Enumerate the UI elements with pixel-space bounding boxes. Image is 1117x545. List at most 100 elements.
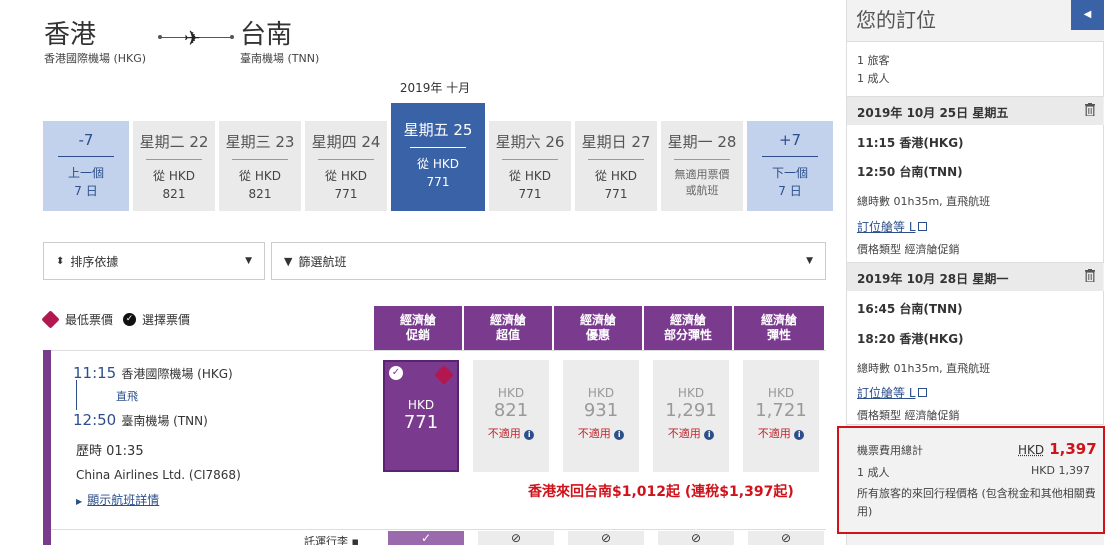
trash-icon[interactable]: [1085, 269, 1095, 282]
leg-2-header: 2019年 10月 28日 星期一: [847, 263, 1103, 291]
leg-2-arrival: 18:20 香港(HKG): [857, 330, 964, 347]
leg-1-header: 2019年 10月 25日 星期五: [847, 97, 1103, 125]
fare-col-semi-flex: 經濟艙 部分彈性: [644, 306, 732, 350]
date-title: 星期三 23: [219, 131, 301, 152]
total-label: 機票費用總計: [857, 442, 923, 458]
fare-currency: HKD: [563, 386, 639, 400]
date-line1: 從 HKD: [133, 167, 215, 185]
fare-col-saver: 經濟艙 優惠: [554, 306, 642, 350]
info-icon[interactable]: i: [614, 430, 624, 440]
date-cell-25-selected[interactable]: 星期五 25 從 HKD 771: [391, 103, 485, 211]
departure-info: 11:15 香港國際機場 (HKG): [73, 363, 233, 382]
filter-icon: ▼: [284, 255, 292, 268]
date-strip: -7 上一個 7 日 星期二 22 從 HKD 821 星期三 23 從 HKD…: [43, 121, 833, 211]
direct-flight-link[interactable]: 直飛: [116, 388, 138, 404]
fare-amount: 931: [563, 400, 639, 422]
fare-cell-promo-selected[interactable]: ✓ HKD 771: [383, 360, 459, 472]
date-cell-28-unavailable: 星期一 28 無適用票價 或航班: [661, 121, 743, 211]
filter-dropdown[interactable]: ▼ 篩選航班 ▼: [271, 242, 826, 280]
trash-icon[interactable]: [1085, 103, 1095, 116]
passenger-summary: 1 旅客 1 成人: [846, 41, 1104, 97]
baggage-saver-none-icon: ⊘: [568, 531, 644, 545]
month-label: 2019年 十月: [388, 79, 482, 96]
baggage-value-none-icon: ⊘: [478, 531, 554, 545]
total-currency: HKD: [1018, 443, 1044, 457]
baggage-promo-check-icon: ✓: [388, 531, 464, 545]
flight-duration: 歷時 01:35: [76, 440, 144, 459]
date-title: 星期六 26: [489, 131, 571, 152]
sort-label: 排序依據: [70, 253, 118, 270]
price-tag-icon: [434, 365, 454, 385]
leg-1-arrival: 12:50 台南(TNN): [857, 163, 963, 180]
check-circle-icon: ✓: [389, 366, 403, 380]
leg-1-class-link[interactable]: 訂位艙等 L: [857, 216, 927, 235]
date-title: +7: [747, 131, 833, 149]
adult-amount: HKD 1,397: [1031, 464, 1090, 477]
date-line1: 從 HKD: [219, 167, 301, 185]
info-icon[interactable]: i: [524, 430, 534, 440]
date-cell-26[interactable]: 星期六 26 從 HKD 771: [489, 121, 571, 211]
flight-details-link[interactable]: 顯示航班詳情: [87, 493, 159, 507]
adult-label: 1 成人: [857, 464, 890, 480]
date-line2: 771: [489, 185, 571, 203]
legend-selected: 選擇票價: [142, 311, 190, 328]
prev-week-button[interactable]: -7 上一個 7 日: [43, 121, 129, 211]
destination-airport: 臺南機場 (TNN): [240, 50, 319, 66]
arrival-airport: 臺南機場 (TNN): [121, 414, 207, 428]
route-vertical-line: [76, 380, 77, 410]
fare-currency: HKD: [653, 386, 729, 400]
date-title: 星期五 25: [391, 119, 485, 140]
fare-status: 不適用 i: [563, 425, 639, 441]
fare-status: 不適用 i: [743, 425, 819, 441]
total-price: HKD 1,397: [1018, 439, 1097, 458]
date-cell-22[interactable]: 星期二 22 從 HKD 821: [133, 121, 215, 211]
collapse-sidebar-button[interactable]: ◀: [1071, 0, 1104, 30]
date-line2: 821: [219, 185, 301, 203]
fare-col-flex: 經濟艙 彈性: [734, 306, 824, 350]
leg-2-class-link[interactable]: 訂位艙等 L: [857, 382, 927, 401]
chevron-down-icon: ▼: [245, 256, 252, 266]
date-title: 星期一 28: [661, 131, 743, 152]
leg-1-departure: 11:15 香港(HKG): [857, 134, 964, 151]
date-line1: 無適用票價: [661, 167, 743, 183]
flight-row-accent: [43, 350, 51, 545]
date-line1: 從 HKD: [391, 155, 485, 173]
fare-cell-saver[interactable]: HKD 931 不適用 i: [563, 360, 639, 472]
next-week-button[interactable]: +7 下一個 7 日: [747, 121, 833, 211]
date-cell-23[interactable]: 星期三 23 從 HKD 821: [219, 121, 301, 211]
date-cell-27[interactable]: 星期日 27 從 HKD 771: [575, 121, 657, 211]
fare-currency: HKD: [743, 386, 819, 400]
sort-dropdown[interactable]: ⬍ 排序依據 ▼: [43, 242, 265, 280]
info-icon[interactable]: i: [704, 430, 714, 440]
fare-legend: 最低票價 ✓ 選擇票價: [44, 311, 190, 328]
fare-amount: 821: [473, 400, 549, 422]
fare-cell-flex[interactable]: HKD 1,721 不適用 i: [743, 360, 819, 472]
suitcase-icon: ▪: [352, 535, 359, 545]
fare-status: 不適用 i: [653, 425, 729, 441]
date-cell-24[interactable]: 星期四 24 從 HKD 771: [305, 121, 387, 211]
arrival-info: 12:50 臺南機場 (TNN): [73, 410, 208, 429]
fare-cell-semi-flex[interactable]: HKD 1,291 不適用 i: [653, 360, 729, 472]
date-line2: 771: [391, 173, 485, 191]
leg-1-fare-type: 價格類型 經濟艙促銷: [857, 241, 960, 257]
flight-details-toggle[interactable]: ▶ 顯示航班詳情: [76, 489, 159, 508]
departure-time: 11:15: [73, 364, 116, 382]
destination-city: 台南: [240, 14, 292, 51]
leg-2-fare-type: 價格類型 經濟艙促銷: [857, 407, 960, 423]
date-title: -7: [43, 131, 129, 149]
external-link-icon: [918, 388, 927, 397]
price-tag-icon: [41, 310, 59, 328]
passenger-type: 1 成人: [857, 70, 1093, 86]
sort-icon: ⬍: [56, 256, 64, 267]
info-icon[interactable]: i: [794, 430, 804, 440]
fare-cell-value[interactable]: HKD 821 不適用 i: [473, 360, 549, 472]
fare-currency: HKD: [473, 386, 549, 400]
total-amount: 1,397: [1049, 440, 1096, 458]
check-circle-icon: ✓: [123, 313, 136, 326]
origin-city: 香港: [44, 14, 96, 51]
airplane-icon: ✈: [184, 26, 201, 50]
leg-2-departure: 16:45 台南(TNN): [857, 300, 963, 317]
date-line1: 下一個: [747, 164, 833, 182]
fare-amount: 1,721: [743, 400, 819, 422]
origin-airport: 香港國際機場 (HKG): [44, 50, 146, 66]
